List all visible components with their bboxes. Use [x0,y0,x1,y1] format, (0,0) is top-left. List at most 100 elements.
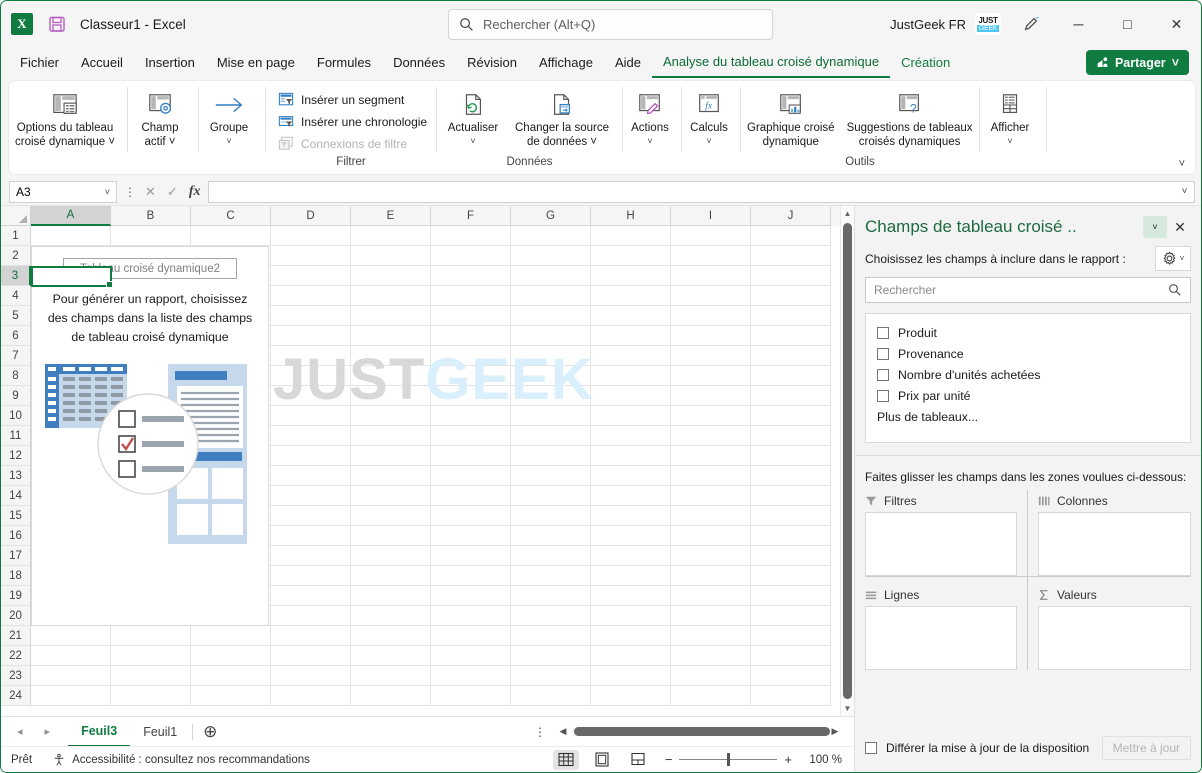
active-cell-A3[interactable] [31,266,112,287]
cell-J14[interactable] [751,426,831,446]
row-header-4[interactable]: 4 [1,286,31,306]
cell-E13[interactable] [351,446,431,466]
cell-F22[interactable] [431,266,511,286]
tab-insertion[interactable]: Insertion [134,47,206,78]
more-tables-link[interactable]: Plus de tableaux... [866,406,1190,424]
worksheet-grid[interactable]: A B C D E F G H I J 12345678910111213141… [1,206,840,716]
hscroll-thumb[interactable] [574,727,830,736]
cell-I15[interactable] [671,406,751,426]
select-all-corner[interactable] [1,206,31,226]
recommended-pivot-button[interactable]: ? Suggestions de tableaux croisés dynami… [841,85,979,149]
cell-E6[interactable] [351,586,431,606]
row-header-7[interactable]: 7 [1,346,31,366]
cell-D12[interactable] [271,466,351,486]
row-header-5[interactable]: 5 [1,306,31,326]
cell-J5[interactable] [751,606,831,626]
pen-ink-icon[interactable] [1016,12,1046,36]
cell-I22[interactable] [671,266,751,286]
cell-G15[interactable] [511,406,591,426]
zone-lignes-dropbox[interactable] [865,606,1017,670]
cell-I4[interactable] [671,626,751,646]
cell-D15[interactable] [271,406,351,426]
cell-F19[interactable] [431,326,511,346]
tab-creation[interactable]: Création [890,47,961,78]
cell-H2[interactable] [591,666,671,686]
cell-G13[interactable] [511,446,591,466]
cell-B4[interactable] [111,626,191,646]
pivot-table-options-button[interactable]: Options du tableau croisé dynamique ˅ [9,85,121,149]
cell-E24[interactable] [351,226,431,246]
cell-E18[interactable] [351,346,431,366]
column-header-H[interactable]: H [591,206,671,226]
cell-I19[interactable] [671,326,751,346]
cell-I11[interactable] [671,486,751,506]
tab-revision[interactable]: Révision [456,47,528,78]
cell-F23[interactable] [431,246,511,266]
zone-filtres[interactable]: Filtres [865,490,1028,576]
cell-B2[interactable] [111,666,191,686]
cell-A3[interactable] [31,646,111,666]
row-header-15[interactable]: 15 [1,506,31,526]
cell-H11[interactable] [591,486,671,506]
cell-F3[interactable] [431,646,511,666]
cell-I9[interactable] [671,526,751,546]
cell-D4[interactable] [271,626,351,646]
field-checkbox[interactable] [877,348,889,360]
cell-J15[interactable] [751,406,831,426]
cell-D3[interactable] [271,646,351,666]
vertical-scrollbar[interactable]: ▲ ▼ [840,206,854,716]
cell-H6[interactable] [591,586,671,606]
insert-function-icon[interactable]: fx [189,184,201,200]
active-field-button[interactable]: Champ actif ˅ [128,85,192,149]
cell-E8[interactable] [351,546,431,566]
cell-E7[interactable] [351,566,431,586]
cell-J13[interactable] [751,446,831,466]
cell-B24[interactable] [111,226,191,246]
minimize-button[interactable]: ─ [1054,1,1103,47]
cell-J2[interactable] [751,666,831,686]
sheet-tab-feuil1[interactable]: Feuil1 [130,717,190,747]
cell-D9[interactable] [271,526,351,546]
cell-B1[interactable] [111,686,191,706]
cell-H18[interactable] [591,346,671,366]
cell-D17[interactable] [271,366,351,386]
cell-I5[interactable] [671,606,751,626]
zoom-level[interactable]: 100 % [802,754,842,766]
tab-accueil[interactable]: Accueil [70,47,134,78]
field-checkbox[interactable] [877,369,889,381]
cell-G18[interactable] [511,346,591,366]
column-header-I[interactable]: I [671,206,751,226]
page-break-icon[interactable] [625,750,651,770]
cell-H3[interactable] [591,646,671,666]
cell-A1[interactable] [31,686,111,706]
cell-I12[interactable] [671,466,751,486]
cell-A2[interactable] [31,666,111,686]
cell-J11[interactable] [751,486,831,506]
collapse-ribbon-button[interactable]: ˅ [1179,158,1185,170]
field-list[interactable]: Produit Provenance Nombre d'unités achet… [865,313,1191,443]
cell-A24[interactable] [31,226,111,246]
maximize-button[interactable]: □ [1103,1,1152,47]
refresh-button[interactable]: Actualiser ˅ [437,85,509,146]
tab-donnees[interactable]: Données [382,47,456,78]
insert-slicer-button[interactable]: Insérer un segment [274,90,431,109]
column-header-F[interactable]: F [431,206,511,226]
cell-E14[interactable] [351,426,431,446]
field-item-provenance[interactable]: Provenance [866,343,1190,364]
defer-layout-update-checkbox[interactable] [865,742,877,754]
cell-J7[interactable] [751,566,831,586]
cell-H9[interactable] [591,526,671,546]
cell-G5[interactable] [511,606,591,626]
field-search-input[interactable]: Rechercher [865,277,1191,303]
cell-G20[interactable] [511,306,591,326]
cell-G17[interactable] [511,366,591,386]
cell-G19[interactable] [511,326,591,346]
cell-G12[interactable] [511,466,591,486]
cell-H23[interactable] [591,246,671,266]
accessibility-status[interactable]: Accessibilité : consultez nos recommanda… [52,753,310,767]
cell-D19[interactable] [271,326,351,346]
cell-F9[interactable] [431,526,511,546]
zoom-track[interactable] [679,759,777,760]
cell-E10[interactable] [351,506,431,526]
zoom-slider[interactable]: − + [665,752,792,767]
